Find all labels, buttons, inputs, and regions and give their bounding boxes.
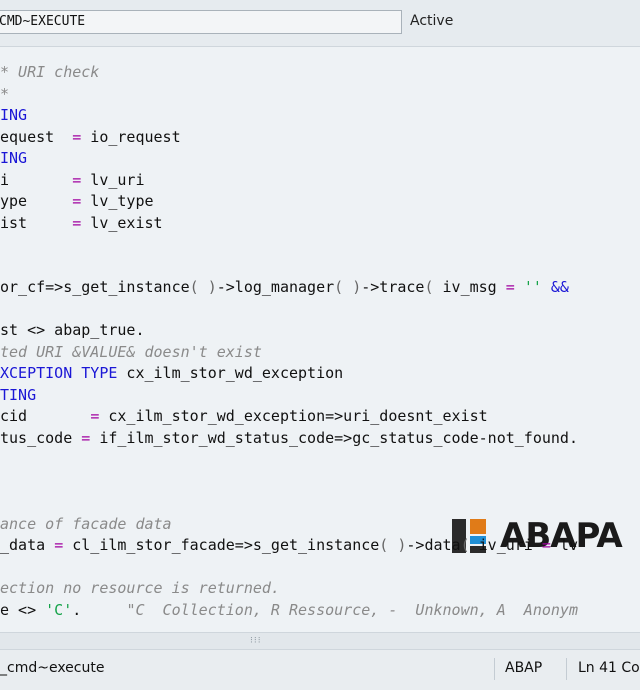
code-token: cx_ilm_stor_wd_exception	[117, 364, 344, 382]
code-token: ype	[0, 192, 73, 210]
code-line[interactable]: ted URI &VALUE& doesn't exist	[0, 342, 262, 363]
code-token: if_ilm_stor_wd_status_code=>gc_status_co…	[90, 428, 578, 447]
code-token: ( )	[189, 278, 217, 296]
code-token: TING	[0, 385, 37, 404]
code-token: (	[460, 536, 470, 554]
code-line[interactable]: ING	[0, 105, 27, 126]
code-token: ( )	[379, 536, 407, 554]
code-token: st <> abap_true.	[0, 321, 145, 339]
code-line[interactable]: ype = lv_type	[0, 191, 154, 212]
code-token: lv_uri	[81, 170, 145, 189]
code-line[interactable]: ection no resource is returned.	[0, 578, 280, 599]
code-token: &&	[550, 278, 569, 296]
code-token: ING	[0, 106, 28, 124]
code-token: ''	[523, 278, 542, 296]
code-token: ING	[0, 149, 28, 167]
splitter-grip-icon[interactable]: ⁝⁝⁝	[250, 637, 262, 646]
code-line[interactable]: _data = cl_ilm_stor_facade=>s_get_instan…	[0, 535, 578, 556]
code-line[interactable]: st <> abap_true.	[0, 320, 145, 341]
code-line[interactable]: ING	[0, 148, 27, 169]
code-token: ection no resource is returned.	[0, 579, 280, 597]
code-token: i	[0, 170, 73, 189]
code-token: cid	[0, 407, 91, 425]
code-token: .	[72, 600, 127, 619]
code-token: =	[81, 428, 91, 447]
code-token: =	[72, 192, 82, 210]
code-token: lv_exist	[81, 213, 163, 232]
code-token: tus_code	[0, 428, 82, 447]
code-token: 'C'	[45, 600, 73, 619]
code-token: ance of facade data	[0, 514, 172, 533]
code-token: =	[72, 170, 82, 189]
status-separator	[566, 658, 567, 680]
code-token: ted URI &VALUE& doesn't exist	[0, 342, 262, 361]
code-line[interactable]: tus_code = if_ilm_stor_wd_status_code=>g…	[0, 428, 578, 449]
editor-splitter[interactable]: ⁝⁝⁝	[0, 632, 640, 650]
code-line[interactable]: cid = cx_ilm_stor_wd_exception=>uri_does…	[0, 406, 488, 427]
code-token: iv_uri	[469, 536, 542, 554]
code-token: ->log_manager	[216, 278, 335, 296]
code-token: *	[0, 84, 10, 103]
code-line[interactable]: ist = lv_exist	[0, 213, 163, 234]
code-line[interactable]: i = lv_uri	[0, 170, 145, 191]
code-editor[interactable]: ABAPA * URI check * ING equest = io_request…	[0, 47, 640, 632]
status-bar: _cmd~execute ABAP Ln 41 Co	[0, 650, 640, 690]
code-token: lv	[550, 536, 578, 554]
code-token: =	[505, 278, 515, 296]
editor-header: CMD~EXECUTE Active	[0, 0, 640, 47]
code-line[interactable]: *	[0, 84, 9, 105]
method-name-field[interactable]: CMD~EXECUTE	[0, 10, 402, 34]
code-token: ->data	[406, 536, 461, 554]
code-token: equest	[0, 127, 73, 146]
code-token: _data	[0, 536, 55, 554]
logo-block-top-right	[470, 519, 486, 534]
code-token: =	[72, 213, 82, 232]
code-line[interactable]: TING	[0, 385, 36, 406]
code-token: * URI check	[0, 63, 100, 81]
code-line[interactable]: ance of facade data	[0, 514, 172, 535]
activation-status: Active	[410, 13, 454, 29]
status-method-name: _cmd~execute	[0, 660, 105, 676]
code-token: e <>	[0, 600, 46, 619]
code-line[interactable]: e <> 'C'. "C Collection, R Ressource, - …	[0, 600, 578, 621]
code-token: io_request	[81, 127, 181, 146]
code-token: (	[424, 278, 434, 296]
code-token: cl_ilm_stor_facade=>s_get_instance	[63, 536, 380, 554]
status-language: ABAP	[505, 660, 543, 676]
status-cursor-position: Ln 41 Co	[578, 660, 640, 676]
code-token: =	[90, 407, 100, 425]
code-token: lv_type	[81, 192, 154, 210]
code-token: =	[541, 536, 551, 554]
code-line[interactable]: or_cf=>s_get_instance( )->log_manager( )…	[0, 277, 569, 298]
code-token: iv_msg	[433, 278, 506, 296]
code-token: XCEPTION TYPE	[0, 364, 118, 382]
code-token: cx_ilm_stor_wd_exception=>uri_doesnt_exi…	[99, 407, 488, 425]
status-separator	[494, 658, 495, 680]
code-token: ( )	[334, 278, 362, 296]
code-token: ist	[0, 213, 73, 232]
code-token: "C Collection, R Ressource, - Unknown, A…	[126, 600, 578, 619]
code-line[interactable]: equest = io_request	[0, 127, 181, 148]
code-token: =	[54, 536, 64, 554]
code-line[interactable]: XCEPTION TYPE cx_ilm_stor_wd_exception	[0, 363, 343, 384]
code-line[interactable]: * URI check	[0, 62, 99, 83]
code-token: or_cf=>s_get_instance	[0, 278, 190, 296]
code-token: =	[72, 127, 82, 146]
code-token: ->trace	[361, 278, 425, 296]
